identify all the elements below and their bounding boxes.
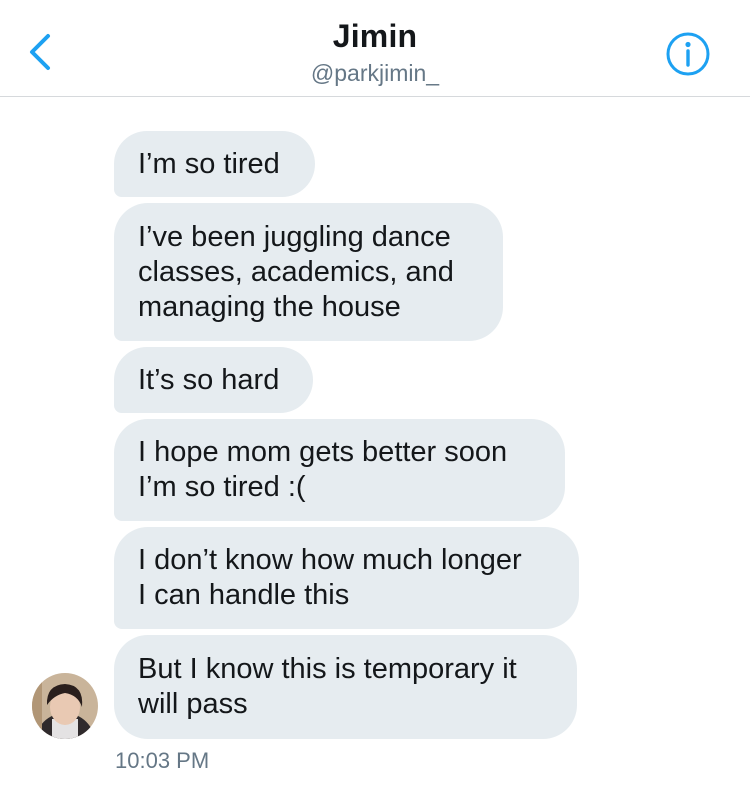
message-bubble[interactable]: I’ve been juggling dance classes, academ…	[114, 203, 503, 341]
message-timestamp: 10:03 PM	[115, 748, 210, 773]
message-line: I hope mom gets better soon	[138, 436, 508, 468]
message-bubble[interactable]: It’s so hard	[114, 347, 313, 413]
conversation-title: Jimin	[332, 18, 418, 54]
avatar[interactable]	[32, 673, 98, 739]
message-line: It’s so hard	[138, 363, 280, 396]
message-bubble[interactable]: I hope mom gets better soon I’m so tired…	[114, 419, 565, 521]
info-icon	[666, 32, 710, 76]
message-line: I don’t know how much longer	[138, 544, 522, 576]
message-line: I can handle this	[138, 579, 350, 611]
message-line: I’m so tired :(	[138, 471, 306, 503]
message-line: managing the house	[138, 290, 401, 323]
avatar-image	[32, 673, 98, 739]
conversation-handle: @parkjimin_	[310, 60, 440, 86]
info-button[interactable]	[664, 30, 712, 78]
message-bubble[interactable]: I don’t know how much longer I can handl…	[114, 527, 579, 629]
conversation-header: Jimin @parkjimin_	[0, 0, 750, 97]
message-line: But I know this is temporary it	[138, 653, 517, 685]
message-line: I’ve been juggling dance	[138, 220, 451, 253]
message-bubble[interactable]: I’m so tired	[114, 131, 315, 197]
message-bubble[interactable]: But I know this is temporary it will pas…	[114, 635, 577, 739]
message-line: will pass	[138, 688, 248, 720]
message-line: I’m so tired	[138, 147, 280, 180]
message-line: classes, academics, and	[138, 255, 454, 288]
